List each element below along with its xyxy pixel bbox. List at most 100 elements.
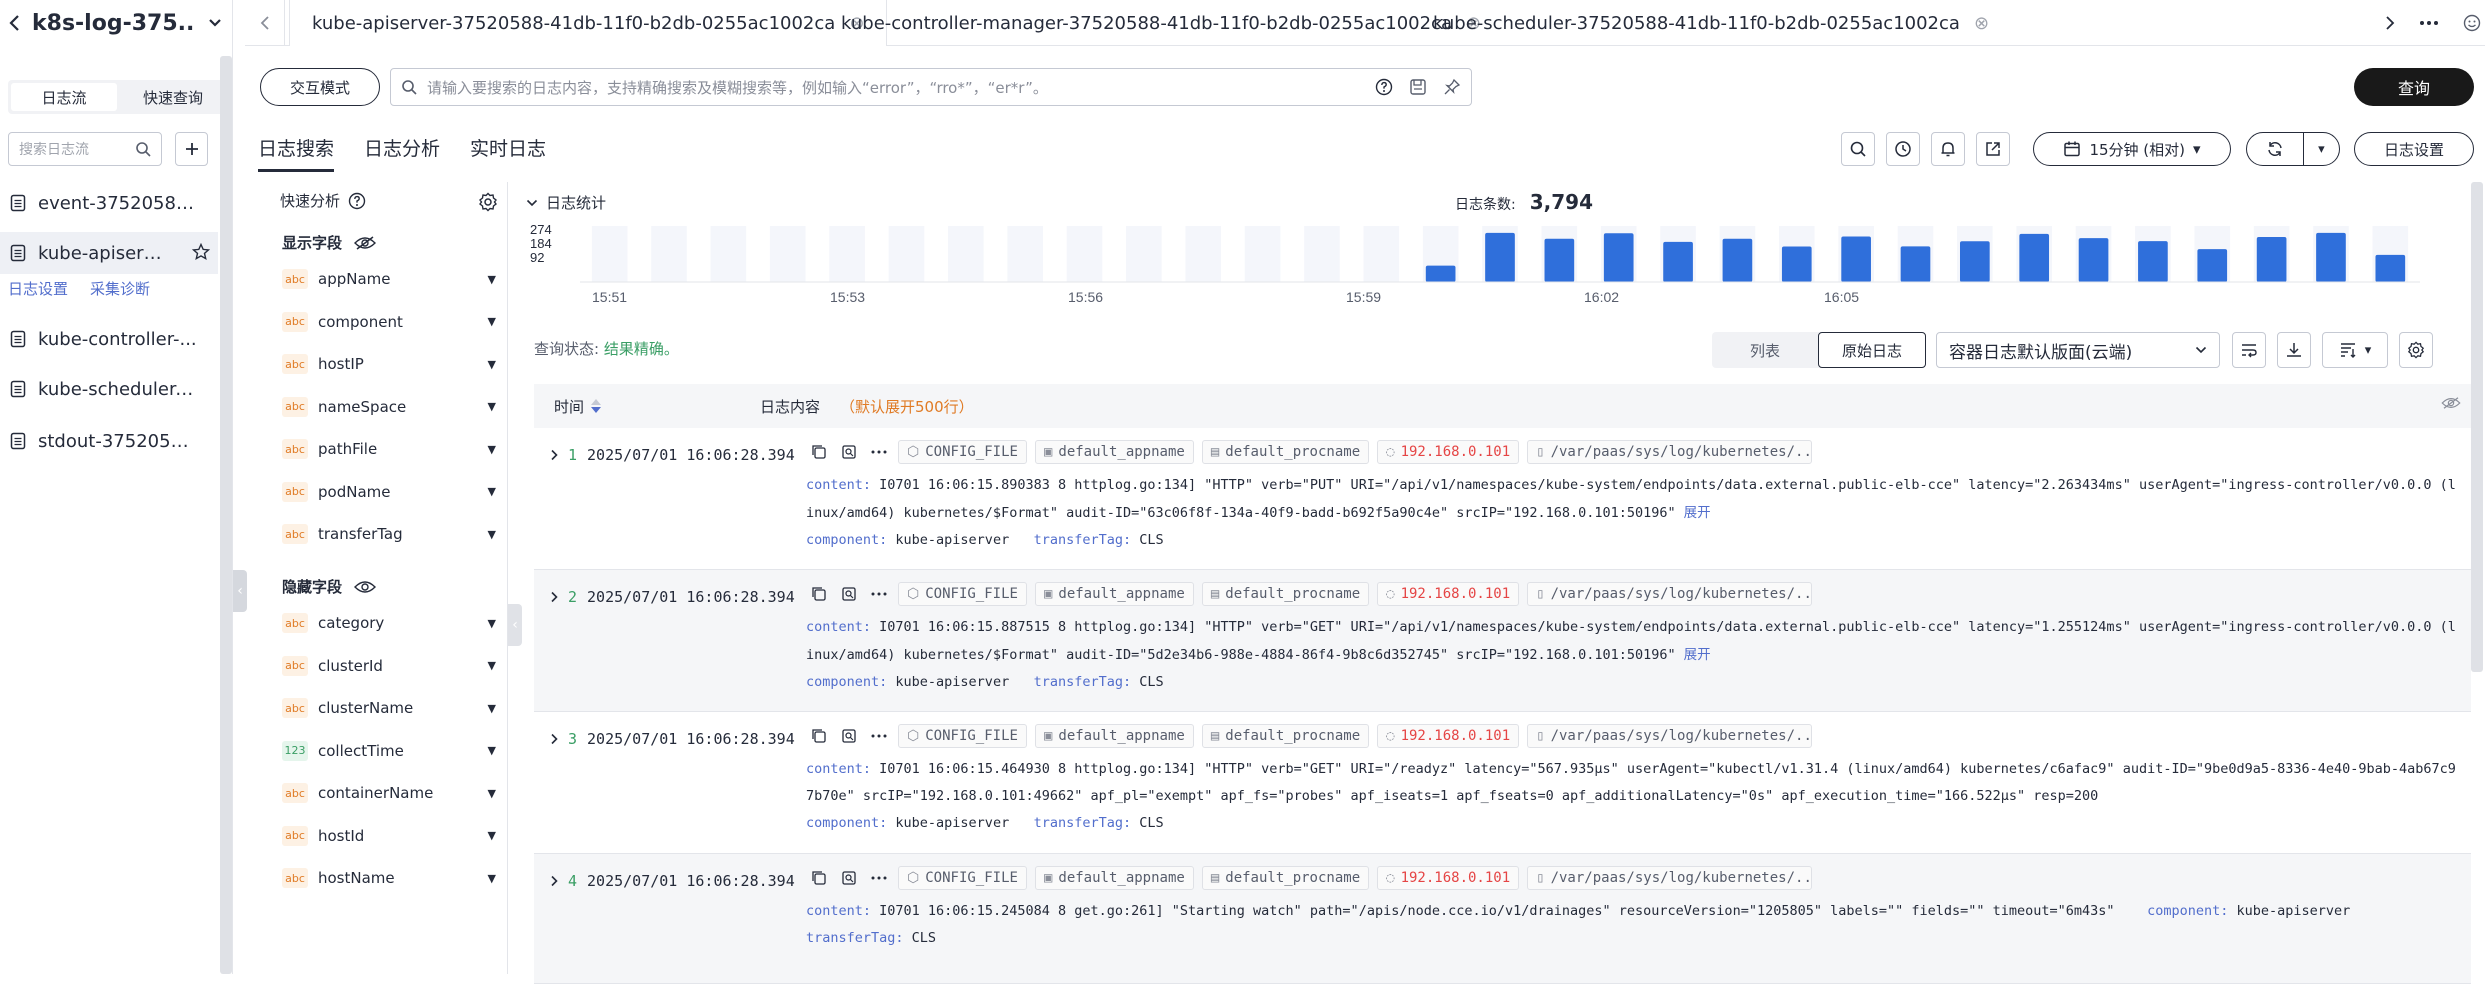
view-list-option[interactable]: 列表 <box>1712 332 1818 368</box>
host-ip-tag[interactable]: ◌ 192.168.0.101 <box>1377 582 1520 606</box>
stream-search-input[interactable]: 搜索日志流 <box>8 132 162 166</box>
field-panel-collapse-handle[interactable]: ‹ <box>508 604 522 646</box>
view-raw-log-option[interactable]: 原始日志 <box>1818 332 1926 368</box>
copy-icon[interactable] <box>808 867 830 889</box>
collection-diagnosis-link[interactable]: 采集诊断 <box>90 278 150 299</box>
field-item[interactable]: 123 collectTime ▼ <box>282 736 496 766</box>
eye-icon[interactable] <box>354 579 377 595</box>
histogram-bar[interactable] <box>2256 237 2287 282</box>
log-histogram-chart[interactable]: 27418492 15:51 15:53 15:56 15:59 16:02 16:05 <box>520 216 2460 316</box>
field-item[interactable]: abc hostIP ▼ <box>282 349 496 379</box>
help-icon[interactable] <box>1375 78 1393 96</box>
eye-off-icon[interactable] <box>2441 396 2461 410</box>
field-item[interactable]: abc hostId ▼ <box>282 821 496 851</box>
layout-select[interactable]: 容器日志默认版面(云端) <box>1936 332 2220 368</box>
caret-down-icon[interactable]: ▼ <box>488 273 496 286</box>
histogram-bar[interactable] <box>1841 236 1871 282</box>
field-item[interactable]: abc hostName ▼ <box>282 863 496 893</box>
histogram-bar[interactable] <box>2316 232 2346 282</box>
host-ip-tag[interactable]: ◌ 192.168.0.101 <box>1377 724 1520 748</box>
histogram-bar[interactable] <box>2375 254 2406 282</box>
more-icon[interactable] <box>868 725 890 747</box>
history-button[interactable] <box>1886 132 1920 166</box>
chevron-right-icon[interactable] <box>2385 15 2395 31</box>
field-item[interactable]: abc transferTag ▼ <box>282 519 496 549</box>
caret-down-icon[interactable]: ▼ <box>488 315 496 328</box>
search-button[interactable] <box>1841 132 1875 166</box>
sort-dropdown[interactable]: ▾ <box>2322 332 2388 368</box>
tab-kube-controller-manager[interactable]: kube-controller-manager-37520588-41db-11… <box>829 0 1493 46</box>
sidebar-item-stream[interactable]: stdout-37520588... <box>0 420 218 462</box>
appname-tag[interactable]: ▣ default_appname <box>1034 866 1194 890</box>
query-button[interactable]: 查询 <box>2354 68 2474 106</box>
path-file-tag[interactable]: ▯ /var/paas/sys/log/kubernetes/... <box>1527 582 1813 606</box>
histogram-bar[interactable] <box>2138 241 2168 282</box>
context-icon[interactable] <box>838 583 860 605</box>
chevron-right-icon[interactable] <box>550 875 558 887</box>
caret-down-icon[interactable]: ▼ <box>488 617 496 630</box>
context-icon[interactable] <box>838 867 860 889</box>
procname-tag[interactable]: ▤ default_procname <box>1201 440 1370 464</box>
config-file-tag[interactable]: ⬡ CONFIG_FILE <box>898 582 1027 606</box>
sidebar-collapse-handle[interactable]: ‹ <box>233 570 247 612</box>
caret-down-icon[interactable]: ▼ <box>488 485 496 498</box>
caret-down-icon[interactable]: ▼ <box>488 400 496 413</box>
host-ip-tag[interactable]: ◌ 192.168.0.101 <box>1377 440 1520 464</box>
eye-off-icon[interactable] <box>354 235 377 251</box>
context-icon[interactable] <box>838 725 860 747</box>
histogram-bar[interactable] <box>2019 233 2050 282</box>
more-icon[interactable] <box>868 867 890 889</box>
copy-icon[interactable] <box>808 441 830 463</box>
time-column-header[interactable]: 时间 <box>534 396 754 417</box>
field-item[interactable]: abc containerName ▼ <box>282 778 496 808</box>
field-item[interactable]: abc category ▼ <box>282 608 496 638</box>
main-scrollbar[interactable] <box>2471 182 2483 672</box>
caret-down-icon[interactable]: ▼ <box>488 443 496 456</box>
refresh-button[interactable] <box>2247 133 2304 165</box>
config-file-tag[interactable]: ⬡ CONFIG_FILE <box>898 724 1027 748</box>
wrap-button[interactable] <box>2232 332 2266 368</box>
time-range-picker[interactable]: 15分钟 (相对) ▾ <box>2033 132 2231 166</box>
log-settings-button[interactable]: 日志设置 <box>2354 132 2474 166</box>
log-search-input[interactable]: 请输入要搜索的日志内容，支持精确搜索及模糊搜索等，例如输入“error”，“rr… <box>390 68 1472 106</box>
chevron-right-icon[interactable] <box>550 591 558 603</box>
context-icon[interactable] <box>838 441 860 463</box>
histogram-bar[interactable] <box>2197 249 2228 282</box>
caret-down-icon[interactable]: ▼ <box>488 659 496 672</box>
back-icon[interactable] <box>8 14 22 32</box>
interactive-mode-button[interactable]: 交互模式 <box>260 68 380 106</box>
star-icon[interactable] <box>192 243 210 261</box>
path-file-tag[interactable]: ▯ /var/paas/sys/log/kubernetes/... <box>1527 440 1813 464</box>
caret-down-icon[interactable]: ▼ <box>488 829 496 842</box>
sidebar-item-stream[interactable]: event-37520588-... <box>0 182 218 224</box>
expand-link[interactable]: 展开 <box>1684 647 1711 662</box>
help-icon[interactable] <box>348 192 366 210</box>
chevron-down-icon[interactable] <box>208 18 222 28</box>
pin-icon[interactable] <box>1443 78 1461 96</box>
field-item[interactable]: abc appName ▼ <box>282 264 496 294</box>
caret-down-icon[interactable]: ▼ <box>488 744 496 757</box>
procname-tag[interactable]: ▤ default_procname <box>1201 724 1370 748</box>
more-icon[interactable] <box>868 441 890 463</box>
procname-tag[interactable]: ▤ default_procname <box>1201 866 1370 890</box>
sidebar-item-stream-selected[interactable]: kube-apiserve... <box>0 232 218 274</box>
sort-order-icon[interactable] <box>590 398 602 414</box>
field-item[interactable]: abc pathFile ▼ <box>282 434 496 464</box>
appname-tag[interactable]: ▣ default_appname <box>1034 440 1194 464</box>
config-file-tag[interactable]: ⬡ CONFIG_FILE <box>898 440 1027 464</box>
tab-kube-apiserver[interactable]: kube-apiserver-37520588-41db-11f0-b2db-0… <box>289 0 888 46</box>
histogram-bar[interactable] <box>1960 241 1990 282</box>
sidebar-scrollbar[interactable] <box>220 56 232 974</box>
table-settings-button[interactable] <box>2399 332 2433 368</box>
chevron-right-icon[interactable] <box>550 449 558 461</box>
histogram-bar[interactable] <box>1781 246 1812 282</box>
tab-scroll-left[interactable] <box>245 0 285 46</box>
path-file-tag[interactable]: ▯ /var/paas/sys/log/kubernetes/... <box>1527 724 1813 748</box>
add-stream-button[interactable] <box>175 132 208 166</box>
histogram-bar[interactable] <box>2078 238 2109 282</box>
share-button[interactable] <box>1976 132 2010 166</box>
sidebar-item-stream[interactable]: kube-scheduler-... <box>0 368 218 410</box>
procname-tag[interactable]: ▤ default_procname <box>1201 582 1370 606</box>
host-ip-tag[interactable]: ◌ 192.168.0.101 <box>1377 866 1520 890</box>
download-button[interactable] <box>2277 332 2311 368</box>
